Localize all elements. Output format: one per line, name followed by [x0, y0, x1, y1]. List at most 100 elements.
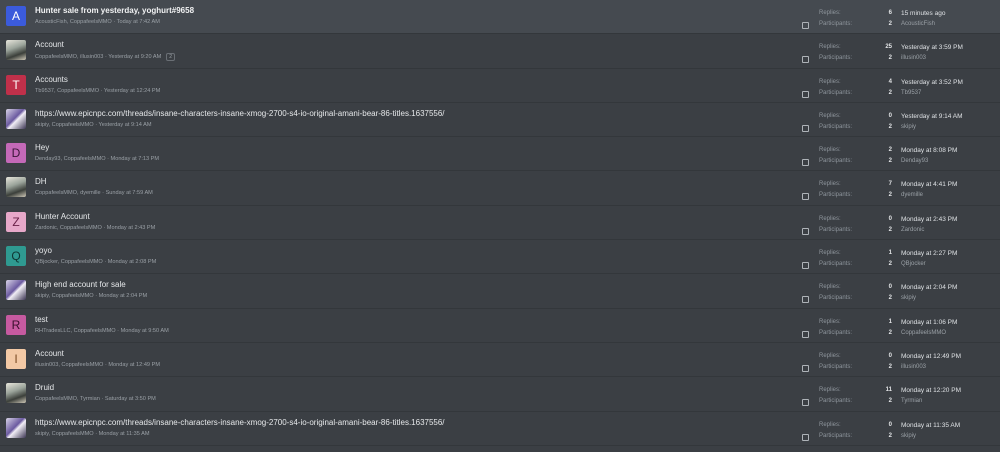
conversation-row[interactable]: High end account for sale skipiy, Coppafe… — [0, 274, 1000, 309]
participants-label: Participants: — [819, 192, 853, 199]
conversation-title[interactable]: Hunter Account — [35, 212, 90, 221]
avatar[interactable]: R — [6, 314, 26, 335]
avatar[interactable] — [6, 383, 26, 404]
avatar[interactable]: D — [6, 143, 26, 164]
last-message-user[interactable]: AcousticFish — [901, 21, 935, 27]
last-message-time[interactable]: Monday at 1:06 PM — [901, 319, 957, 326]
conversation-row[interactable]: Rtest RHTradesLLC, CoppafeelsMMO · Monday… — [0, 308, 1000, 343]
conversation-meta: Tb9537, CoppafeelsMMO · Yesterday at 12:… — [35, 88, 160, 94]
select-checkbox[interactable] — [802, 227, 809, 235]
select-checkbox[interactable] — [802, 56, 809, 64]
select-checkbox[interactable] — [802, 433, 809, 441]
select-checkbox[interactable] — [802, 296, 809, 304]
last-message-time[interactable]: Monday at 4:41 PM — [901, 181, 957, 188]
conversation-row[interactable]: DH CoppafeelsMMO, dyemille · Sunday at 7:… — [0, 171, 1000, 206]
select-checkbox[interactable] — [802, 262, 809, 270]
participants-label: Participants: — [819, 21, 853, 27]
participants-and-date: illusin003, CoppafeelsMMO · Monday at 12… — [35, 361, 160, 368]
last-message-user[interactable]: illusin003 — [901, 55, 926, 61]
conversation-row[interactable]: Account CoppafeelsMMO, illusin003 · Yeste… — [0, 34, 1000, 69]
replies-count: 0 — [888, 284, 892, 291]
select-checkbox[interactable] — [802, 90, 809, 98]
conversation-row[interactable]: I Account illusin003, CoppafeelsMMO · Mond… — [0, 342, 1000, 378]
replies-count: 0 — [888, 215, 892, 222]
avatar[interactable] — [6, 280, 26, 301]
conversation-title[interactable]: test — [35, 315, 48, 324]
participants-label: Participants: — [819, 55, 853, 62]
last-message-user[interactable]: CoppafeelsMMO — [901, 330, 946, 336]
replies-count: 1 — [888, 250, 892, 257]
last-message-time[interactable]: Yesterday at 9:14 AM — [901, 113, 963, 120]
conversation-title[interactable]: Account — [35, 40, 64, 49]
conversation-row[interactable]: https://www.epicnpc.com/threads/insane-c… — [0, 411, 1000, 446]
avatar[interactable]: Z — [6, 211, 26, 232]
conversation-meta: CoppafeelsMMO, dyemille · Sunday at 7:59… — [35, 190, 153, 196]
last-message-user[interactable]: Zardonic — [901, 227, 924, 233]
last-message-time[interactable]: Monday at 12:49 PM — [901, 353, 961, 360]
conversation-meta: Denday93, CoppafeelsMMO · Monday at 7:13… — [35, 156, 159, 162]
participants-count: 2 — [888, 21, 892, 27]
conversation-title[interactable]: Account — [35, 349, 64, 358]
conversation-list: A Hunter sale from yesterday, yoghurt#965… — [0, 0, 1000, 446]
last-message-time[interactable]: Monday at 12:20 PM — [901, 387, 961, 394]
conversation-row[interactable]: https://www.epicnpc.com/threads/insane-c… — [0, 102, 1000, 138]
participants-and-date: CoppafeelsMMO, Tyrmian · Saturday at 3:5… — [35, 396, 156, 403]
avatar[interactable]: I — [6, 348, 26, 369]
select-checkbox[interactable] — [802, 124, 809, 132]
conversation-row[interactable]: Qyoyo QBjocker, CoppafeelsMMO · Monday at… — [0, 240, 1000, 275]
last-message-time[interactable]: Monday at 11:35 AM — [901, 422, 960, 429]
conversation-row[interactable]: Z Hunter Account Zardonic, CoppafeelsMMO ·… — [0, 205, 1000, 241]
select-checkbox[interactable] — [802, 399, 809, 407]
last-message-time[interactable]: Yesterday at 3:52 PM — [901, 79, 963, 86]
select-checkbox[interactable] — [802, 22, 809, 29]
conversation-title[interactable]: https://www.epicnpc.com/threads/insane-c… — [35, 109, 445, 118]
avatar[interactable]: T — [6, 74, 26, 95]
last-message-time[interactable]: Monday at 2:04 PM — [901, 284, 957, 291]
conversation-row[interactable]: A Hunter sale from yesterday, yoghurt#965… — [0, 0, 1000, 35]
last-message-time[interactable]: Monday at 8:08 PM — [901, 147, 957, 154]
last-message-user[interactable]: skipiy — [901, 433, 916, 439]
participants-count: 2 — [888, 363, 892, 370]
avatar[interactable]: A — [6, 6, 26, 26]
replies-label: Replies: — [819, 147, 841, 154]
last-message-time[interactable]: Monday at 2:43 PM — [901, 216, 957, 223]
conversation-row[interactable]: Druid CoppafeelsMMO, Tyrmian · Saturday a… — [0, 377, 1000, 412]
conversation-row[interactable]: D Hey Denday93, CoppafeelsMMO · Monday at … — [0, 137, 1000, 172]
page-jump-link[interactable]: 2 — [166, 53, 176, 62]
conversation-row[interactable]: T Accounts Tb9537, CoppafeelsMMO · Yesterd… — [0, 68, 1000, 103]
avatar[interactable] — [6, 417, 26, 438]
select-checkbox[interactable] — [802, 193, 809, 201]
conversation-title[interactable]: Hey — [35, 143, 49, 152]
last-message-time[interactable]: Monday at 2:27 PM — [901, 250, 957, 257]
avatar[interactable] — [6, 40, 26, 61]
replies-count: 6 — [888, 10, 892, 16]
select-checkbox[interactable] — [802, 159, 809, 167]
conversation-title[interactable]: High end account for sale — [35, 280, 126, 289]
avatar[interactable] — [6, 108, 26, 129]
conversation-title[interactable]: yoyo — [35, 246, 52, 255]
conversation-title[interactable]: Druid — [35, 383, 54, 392]
conversation-title[interactable]: DH — [35, 177, 47, 186]
last-message-user[interactable]: skipiy — [901, 295, 916, 301]
conversation-title[interactable]: Hunter sale from yesterday, yoghurt#9658 — [35, 6, 194, 15]
last-message-user[interactable]: dyemille — [901, 192, 923, 198]
participants-label: Participants: — [819, 89, 853, 96]
last-message-user[interactable]: Tb9537 — [901, 90, 921, 96]
last-message-time[interactable]: Yesterday at 3:59 PM — [901, 44, 963, 51]
replies-label: Replies: — [819, 250, 841, 257]
replies-count: 1 — [888, 318, 892, 325]
avatar[interactable] — [6, 177, 26, 198]
select-checkbox[interactable] — [802, 330, 809, 338]
replies-count: 0 — [888, 112, 892, 119]
replies-label: Replies: — [819, 78, 841, 85]
last-message-user[interactable]: illusin003 — [901, 364, 926, 370]
avatar[interactable]: Q — [6, 246, 26, 267]
last-message-user[interactable]: Tyrmian — [901, 398, 922, 404]
last-message-time[interactable]: 15 minutes ago — [901, 10, 945, 17]
last-message-user[interactable]: skipiy — [901, 124, 916, 130]
conversation-title[interactable]: Accounts — [35, 75, 68, 84]
conversation-title[interactable]: https://www.epicnpc.com/threads/insane-c… — [35, 418, 445, 427]
last-message-user[interactable]: Denday93 — [901, 158, 928, 164]
select-checkbox[interactable] — [802, 364, 809, 372]
last-message-user[interactable]: QBjocker — [901, 261, 926, 267]
